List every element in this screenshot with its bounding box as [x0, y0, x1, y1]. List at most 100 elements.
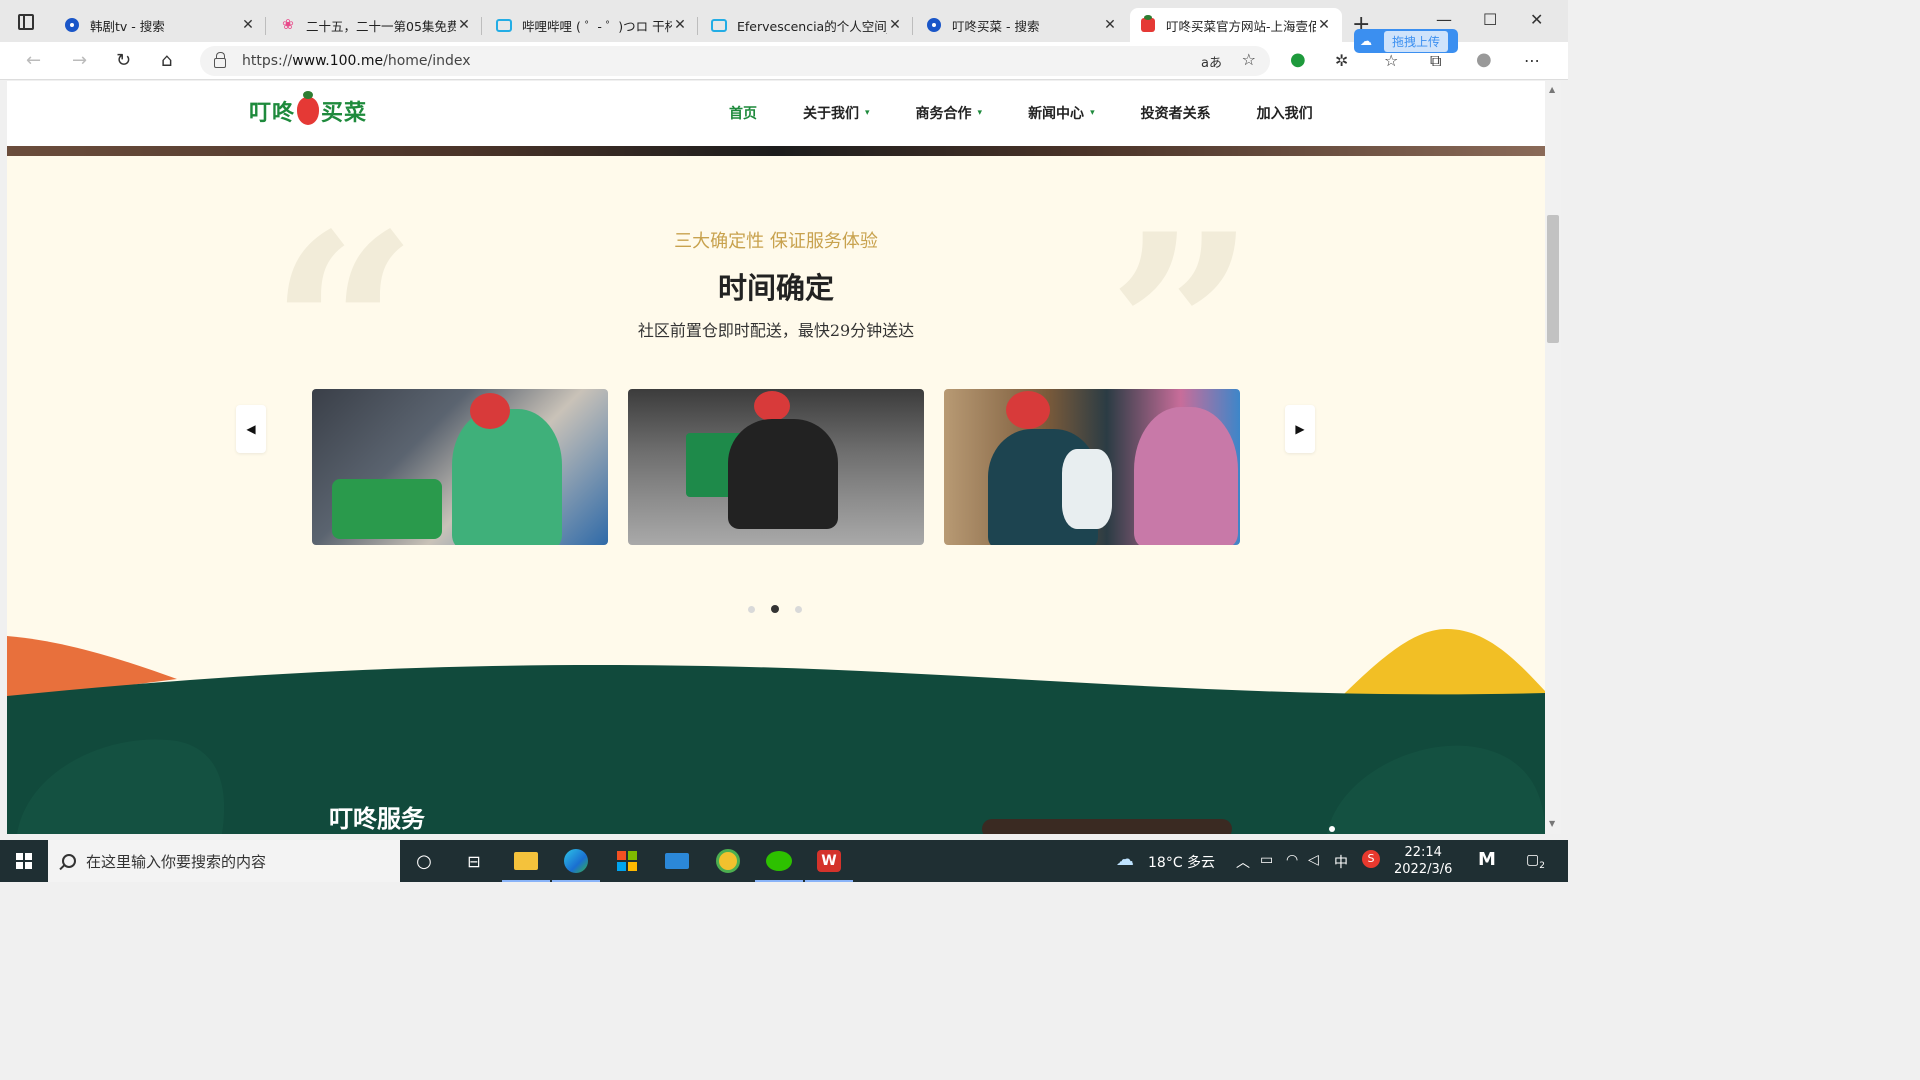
profile-avatar-icon[interactable]: ●: [1476, 49, 1492, 70]
photo-courier-handover: [944, 389, 1240, 545]
logo-text-right: 买菜: [321, 101, 368, 126]
close-window-icon[interactable]: ✕: [1530, 10, 1543, 29]
carousel-dot-3[interactable]: [795, 605, 802, 613]
gmail-icon[interactable]: M: [1478, 849, 1496, 870]
caret-right-icon: ▶: [1295, 422, 1305, 436]
section-kicker: 三大确定性 保证服务体验: [674, 231, 878, 252]
weather-cloud-icon[interactable]: ☁: [1116, 849, 1134, 870]
ime-indicator[interactable]: 中: [1334, 852, 1348, 872]
media-player-icon[interactable]: [714, 848, 742, 874]
taskbar-search-box[interactable]: 在这里输入你要搜索的内容: [48, 840, 400, 882]
clock-time: 22:14: [1404, 845, 1442, 860]
edge-browser-icon[interactable]: [552, 848, 600, 882]
carousel-card-handover[interactable]: [944, 389, 1240, 545]
collections-icon[interactable]: ⧉: [1430, 51, 1441, 71]
tab-title: 叮咚买菜官方网站-上海壹佰: [1166, 18, 1316, 34]
scroll-down-icon[interactable]: ▼: [1549, 819, 1555, 828]
system-clock[interactable]: 22:14 2022/3/6: [1394, 844, 1452, 878]
nav-item-news[interactable]: 新闻中心 ▾: [1028, 103, 1095, 123]
back-icon[interactable]: ←: [26, 50, 41, 71]
dingdong-icon: [1140, 15, 1156, 33]
caret-left-icon: ◀: [246, 422, 256, 436]
close-icon[interactable]: ✕: [887, 17, 903, 33]
extension-green-icon[interactable]: ●: [1290, 49, 1306, 70]
carousel-prev-button[interactable]: ◀: [236, 405, 266, 453]
microsoft-store-icon[interactable]: [613, 848, 641, 874]
file-explorer-icon[interactable]: [502, 848, 550, 882]
search-icon: [926, 17, 942, 33]
logo-text-left: 叮咚: [249, 101, 296, 126]
tab-title: 韩剧tv - 搜索: [90, 18, 165, 34]
lock-icon[interactable]: [214, 52, 226, 68]
favorite-star-icon[interactable]: ☆: [1242, 50, 1256, 69]
tab-title: 哔哩哔哩 ( ゜- ゜)つロ 干杯~: [522, 18, 672, 34]
wifi-icon[interactable]: ◠: [1286, 852, 1298, 868]
decorative-waves: [7, 629, 1545, 834]
tab-bilibili[interactable]: 哔哩哔哩 ( ゜- ゜)つロ 干杯~ ✕: [486, 8, 698, 42]
tab-title: Efervescencia的个人空间_哔: [737, 18, 887, 34]
photo-courier-loading-car: [312, 389, 608, 545]
sogou-input-icon[interactable]: S: [1362, 850, 1380, 868]
nav-item-home[interactable]: 首页: [729, 103, 757, 123]
carousel-dot-1[interactable]: [748, 605, 755, 613]
carousel-dot-2[interactable]: [771, 605, 779, 613]
carousel-card-delivery-car[interactable]: [312, 389, 608, 545]
tray-overflow-icon[interactable]: ︿: [1236, 852, 1250, 872]
upload-badge[interactable]: ☁ 拖拽上传: [1354, 29, 1458, 53]
wechat-icon[interactable]: [755, 848, 803, 882]
close-icon[interactable]: ✕: [672, 17, 688, 33]
forward-icon[interactable]: →: [72, 50, 87, 71]
dingdong-logo[interactable]: 叮咚 买菜: [249, 91, 368, 127]
battery-icon[interactable]: ▭: [1260, 852, 1273, 868]
nav-item-join[interactable]: 加入我们: [1257, 103, 1313, 123]
service-section-title: 叮咚服务: [329, 805, 425, 833]
url-text[interactable]: https://www.100.me/home/index: [242, 53, 471, 69]
nav-item-about[interactable]: 关于我们 ▾: [803, 103, 870, 123]
favorites-icon[interactable]: ☆: [1384, 51, 1398, 70]
address-bar[interactable]: https://www.100.me/home/index aあ ☆: [200, 46, 1270, 76]
windows-start-icon[interactable]: [16, 853, 32, 869]
wps-office-icon[interactable]: W: [805, 848, 853, 882]
task-view-icon[interactable]: ⊟: [460, 848, 488, 874]
mail-icon[interactable]: [663, 848, 691, 874]
close-icon[interactable]: ✕: [456, 17, 472, 33]
carousel-next-button[interactable]: ▶: [1285, 405, 1315, 453]
volume-icon[interactable]: ◁: [1308, 852, 1319, 868]
notification-center-icon[interactable]: ▢2: [1526, 852, 1545, 871]
cortana-icon[interactable]: ○: [410, 848, 438, 874]
tab-drama-episode[interactable]: ❀ 二十五，二十一第05集免费 ✕: [270, 8, 482, 42]
home-icon[interactable]: ⌂: [161, 50, 172, 71]
section-title: 时间确定: [717, 271, 834, 305]
translate-icon[interactable]: aあ: [1201, 52, 1222, 71]
hero-image-strip: [7, 146, 1545, 156]
windows-taskbar: 在这里输入你要搜索的内容 ○ ⊟ W ☁ 18°C 多云 ︿ ▭ ◠ ◁ 中 S…: [0, 840, 1568, 882]
carousel-card-scooter[interactable]: [628, 389, 924, 545]
strawberry-icon: [297, 91, 320, 125]
close-icon[interactable]: ✕: [240, 17, 256, 33]
close-icon[interactable]: ✕: [1102, 17, 1118, 33]
close-icon[interactable]: ✕: [1316, 17, 1332, 33]
nav-item-business[interactable]: 商务合作 ▾: [916, 103, 983, 123]
bilibili-icon: [496, 17, 512, 33]
clock-date: 2022/3/6: [1394, 862, 1453, 877]
scrollbar-thumb[interactable]: [1547, 215, 1559, 343]
extensions-icon[interactable]: ✲: [1335, 51, 1348, 70]
tab-bilibili-space[interactable]: Efervescencia的个人空间_哔 ✕: [701, 8, 913, 42]
minimize-icon[interactable]: —: [1436, 10, 1452, 29]
weather-text[interactable]: 18°C 多云: [1148, 852, 1215, 872]
photo-courier-scooter: [628, 389, 924, 545]
tab-actions-icon[interactable]: [18, 14, 34, 30]
tab-dingdong-search[interactable]: 叮咚买菜 - 搜索 ✕: [916, 8, 1128, 42]
maximize-icon[interactable]: ☐: [1483, 10, 1497, 29]
web-page: 叮咚 买菜 首页 关于我们 ▾ 商务合作 ▾ 新闻中心 ▾ 投资者关系 加入我们 “ …: [7, 81, 1545, 834]
nav-item-investors[interactable]: 投资者关系: [1141, 103, 1211, 123]
taskbar-search-placeholder: 在这里输入你要搜索的内容: [86, 852, 267, 871]
refresh-icon[interactable]: ↻: [116, 50, 131, 71]
tab-title: 叮咚买菜 - 搜索: [952, 18, 1040, 34]
chevron-down-icon: ▾: [1090, 108, 1095, 118]
more-menu-icon[interactable]: ⋯: [1524, 51, 1540, 70]
tab-hanju-search[interactable]: 韩剧tv - 搜索 ✕: [54, 8, 266, 42]
scroll-up-icon[interactable]: ▲: [1549, 85, 1555, 94]
tab-dingdong-official[interactable]: 叮咚买菜官方网站-上海壹佰 ✕: [1130, 8, 1342, 42]
page-scrollbar[interactable]: ▲ ▼: [1545, 81, 1561, 834]
